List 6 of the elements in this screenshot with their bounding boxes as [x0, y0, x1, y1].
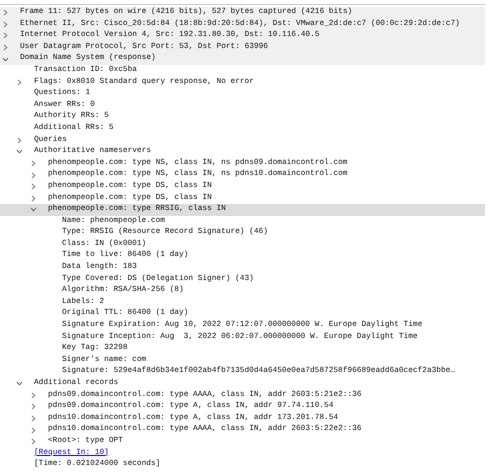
chevron-right-icon[interactable]: [16, 78, 23, 86]
chevron-down-icon[interactable]: [16, 148, 23, 156]
chevron-down-icon[interactable]: [2, 56, 9, 63]
chevron-down-icon[interactable]: [30, 206, 37, 214]
chevron-down-icon[interactable]: [16, 380, 23, 388]
chevron-right-icon[interactable]: [16, 136, 23, 144]
